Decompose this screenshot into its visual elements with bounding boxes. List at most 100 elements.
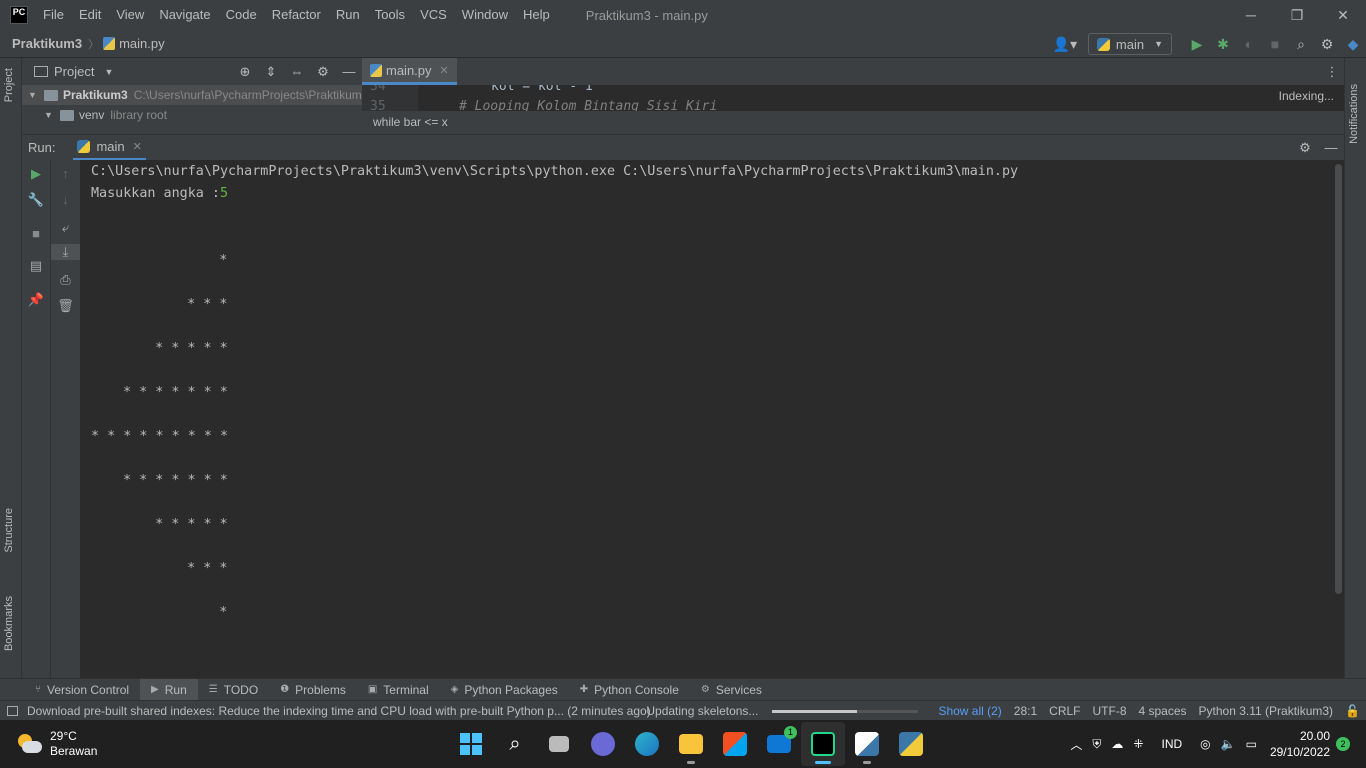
collapse-all-icon[interactable]: ⇔ [284,64,310,79]
menu-tools[interactable]: Tools [368,0,413,30]
tree-item-venv[interactable]: ▼ venv library root [22,105,362,125]
pycharm-logo-icon[interactable]: PC [10,6,28,24]
minimize-button[interactable]: ─ [1228,0,1274,30]
edge-button[interactable] [625,722,669,766]
indent-setting[interactable]: 4 spaces [1133,704,1193,718]
expand-arrow-icon[interactable]: ▼ [44,110,56,120]
tab-python-packages[interactable]: ◈ Python Packages [440,679,569,701]
pycharm-taskbar-button[interactable] [801,722,845,766]
tab-python-console[interactable]: ✚ Python Console [569,679,690,701]
menu-window[interactable]: Window [455,0,516,30]
search-icon[interactable]: ⌕ [1288,36,1314,53]
menu-view[interactable]: View [109,0,152,30]
menu-file[interactable]: File [36,0,72,30]
menu-vcs[interactable]: VCS [413,0,455,30]
debug-icon[interactable]: ✱ [1210,36,1236,53]
line-separator[interactable]: CRLF [1043,704,1086,718]
antivirus-icon[interactable]: ⛨ [1087,737,1106,752]
locate-icon[interactable]: ⊕ [232,64,258,80]
chevron-up-icon[interactable]: ︿ [1065,736,1087,753]
menu-navigate[interactable]: Navigate [152,0,218,30]
project-tool-label[interactable]: Project [3,68,15,102]
pin-icon[interactable]: 📌 [22,292,50,308]
gear-icon[interactable]: ⚙ [310,64,336,80]
mail-button[interactable]: 1 [757,722,801,766]
hide-panel-icon[interactable]: — [336,64,362,79]
menu-refactor[interactable]: Refactor [265,0,329,30]
gear-icon[interactable]: ⚙ [1292,140,1318,156]
tab-todo[interactable]: ☰ TODO [198,679,269,701]
close-icon[interactable]: ✕ [440,64,449,77]
chevron-down-icon[interactable]: ▼ [104,67,113,77]
coverage-icon[interactable]: ◐ [1236,36,1262,52]
layout-icon[interactable]: ▤ [22,258,50,274]
soft-wrap-icon[interactable]: ⤶ [51,220,80,236]
run-configuration-select[interactable]: main ▼ [1087,33,1172,55]
notifications-tool-label[interactable]: Notifications [1348,84,1360,144]
store-button[interactable] [713,722,757,766]
panel-toggle-icon[interactable] [7,706,18,716]
tab-main-py[interactable]: main.py ✕ [362,58,457,85]
more-options-icon[interactable]: ⋮ [1320,58,1344,85]
close-icon[interactable]: ✕ [133,140,142,153]
caret-position[interactable]: 28:1 [1008,704,1043,718]
file-explorer-button[interactable] [669,722,713,766]
onedrive-icon[interactable]: ☁ [1106,737,1128,751]
trash-icon[interactable]: 🗑 [51,298,80,314]
file-encoding[interactable]: UTF-8 [1087,704,1133,718]
breadcrumb-project[interactable]: Praktikum3 [12,36,82,51]
jetbrains-icon[interactable]: ◆ [1340,36,1366,53]
breadcrumb-file[interactable]: main.py [119,36,165,51]
scroll-to-end-icon[interactable]: ⤓ [51,244,80,260]
console-scrollbar[interactable] [1335,164,1342,594]
tab-version-control[interactable]: ⑂ Version Control [24,679,140,701]
restore-button[interactable]: ❐ [1274,0,1320,30]
expand-all-icon[interactable]: ⇕ [258,64,284,80]
network-icon[interactable]: ⁜ [1128,737,1148,751]
show-all-link[interactable]: Show all (2) [932,704,1007,718]
menu-help[interactable]: Help [516,0,558,30]
interpreter[interactable]: Python 3.11 (Praktikum3) [1193,704,1340,718]
arrow-down-icon[interactable]: ↓ [51,192,80,207]
close-window-button[interactable]: ✕ [1320,0,1366,30]
hide-panel-icon[interactable]: — [1318,140,1344,156]
user-icon[interactable]: 👤▾ [1052,36,1078,53]
start-button[interactable] [449,722,493,766]
python-taskbar-button[interactable] [889,722,933,766]
tab-terminal[interactable]: ▣ Terminal [357,679,440,701]
weather-widget[interactable]: 29°C Berawan [16,729,97,759]
language-indicator[interactable]: IND [1156,737,1187,751]
tab-run[interactable]: ▶ Run [140,678,198,701]
menu-code[interactable]: Code [219,0,265,30]
rerun-icon[interactable]: ▶ [22,166,50,182]
code-editor[interactable]: 34 35 kol = kol - 1 # Looping Kolom Bint… [362,85,1344,134]
structure-tool-label[interactable]: Structure [3,508,15,553]
wrench-icon[interactable]: 🔧 [22,192,50,208]
notification-badge[interactable]: 2 [1336,737,1350,751]
bookmarks-tool-label[interactable]: Bookmarks [3,596,15,651]
tab-run-main[interactable]: main ✕ [73,135,146,161]
console-output[interactable]: C:\Users\nurfa\PycharmProjects\Praktikum… [80,160,1344,678]
status-message[interactable]: Download pre-built shared indexes: Reduc… [27,704,651,718]
task-view-button[interactable] [537,722,581,766]
expand-arrow-icon[interactable]: ▼ [28,90,40,100]
tab-services[interactable]: ⚙ Services [690,679,773,701]
run-icon[interactable]: ▶ [1184,36,1210,53]
menu-run[interactable]: Run [329,0,368,30]
search-button[interactable]: ⌕ [493,722,537,766]
stop-icon[interactable]: ■ [22,226,50,241]
menu-edit[interactable]: Edit [72,0,109,30]
volume-icon[interactable]: 🔈 [1216,737,1241,751]
python-file-taskbar-button[interactable] [845,722,889,766]
lock-icon[interactable]: 🔓 [1339,704,1366,718]
globe-icon[interactable]: ◎ [1195,737,1215,751]
clock[interactable]: 20.00 29/10/2022 [1270,728,1330,760]
gear-icon[interactable]: ⚙ [1314,36,1340,53]
project-panel-title[interactable]: Project [54,64,94,79]
tree-item-project-root[interactable]: ▼ Praktikum3 C:\Users\nurfa\PycharmProje… [22,85,362,105]
stop-icon[interactable]: ■ [1262,36,1288,52]
arrow-up-icon[interactable]: ↑ [51,166,80,181]
teams-chat-button[interactable] [581,722,625,766]
tab-problems[interactable]: ❶ Problems [269,679,357,701]
battery-icon[interactable]: ▭ [1241,737,1262,751]
